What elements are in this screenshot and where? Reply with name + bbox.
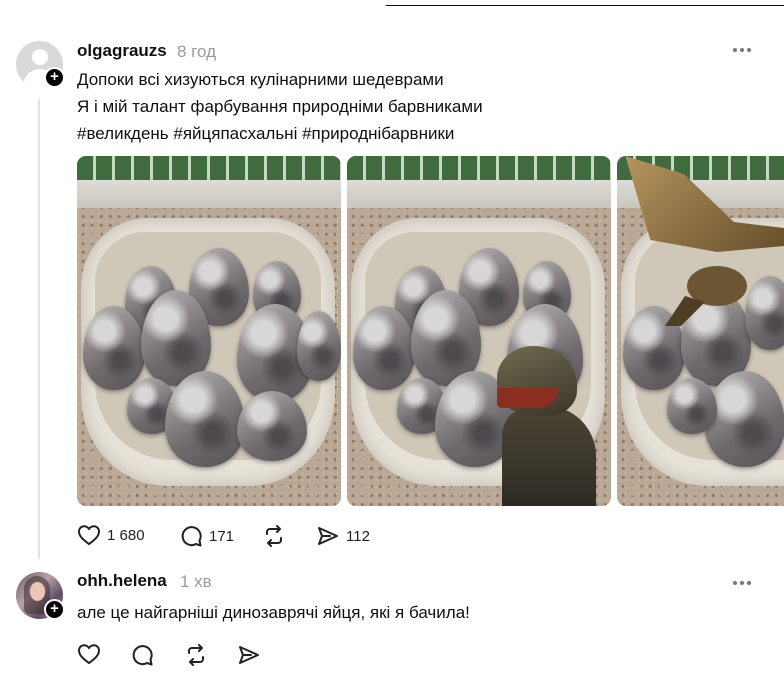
share-count: 112 — [346, 527, 370, 545]
thread-line — [38, 99, 40, 559]
post-photo[interactable] — [77, 156, 341, 506]
avatar-face-shape — [30, 582, 45, 601]
avatar-head-shape — [32, 49, 48, 65]
comment-like-button[interactable] — [77, 643, 101, 665]
speech-bubble-icon — [181, 526, 202, 547]
post-time[interactable]: 8 год — [177, 42, 216, 62]
backsplash — [77, 180, 341, 208]
more-options-icon[interactable] — [730, 578, 754, 588]
post-hashtags[interactable]: #великдень #яйцяпасхальні #природнібарвн… — [77, 124, 454, 144]
like-button[interactable]: 1 680 — [77, 524, 145, 546]
reply-button[interactable]: 171 — [179, 524, 234, 548]
post-photo[interactable] — [617, 156, 784, 506]
post-photo[interactable] — [347, 156, 611, 506]
post-username[interactable]: olgagrauzs — [77, 41, 167, 61]
follow-button[interactable]: + — [44, 67, 65, 88]
follow-button[interactable]: + — [44, 599, 65, 620]
post-text-line: Я і мій талант фарбування природніми бар… — [77, 97, 483, 116]
more-options-icon[interactable] — [730, 45, 754, 55]
paper-plane-icon — [318, 527, 338, 545]
comment-username[interactable]: ohh.helena — [77, 571, 167, 591]
heart-icon — [78, 525, 100, 545]
share-button[interactable]: 112 — [316, 524, 370, 548]
post-text-line: Допоки всі хизуються кулінарними шедевра… — [77, 70, 444, 89]
comment-share-button[interactable] — [237, 643, 261, 667]
reply-count: 171 — [209, 527, 235, 545]
repost-arrows-icon — [266, 525, 282, 547]
comment-time[interactable]: 1 хв — [180, 572, 212, 592]
comment-repost-button[interactable] — [184, 643, 208, 667]
comment-text: але це найгарніші динозаврячі яйця, які … — [77, 603, 470, 622]
repost-button[interactable] — [262, 524, 286, 548]
speech-bubble-icon — [132, 645, 153, 666]
egg — [705, 371, 784, 467]
egg — [667, 378, 717, 434]
comment-reply-button[interactable] — [130, 643, 154, 667]
repost-arrows-icon — [188, 644, 204, 666]
heart-icon — [78, 644, 100, 664]
raptor-neck — [502, 406, 596, 506]
paper-plane-icon — [239, 646, 259, 664]
backsplash — [347, 180, 611, 208]
top-divider — [386, 5, 784, 6]
like-count: 1 680 — [107, 526, 145, 544]
